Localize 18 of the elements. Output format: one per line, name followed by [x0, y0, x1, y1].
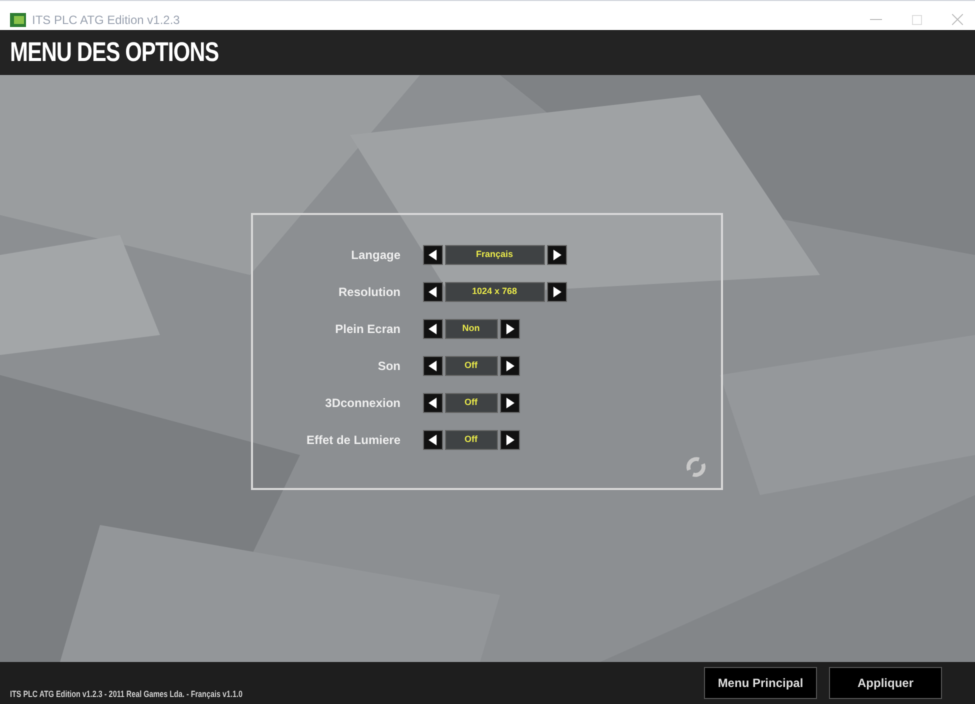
menu-button[interactable]: Menu Principal: [704, 667, 817, 699]
app-icon: [10, 12, 26, 26]
menu-button[interactable]: Appliquer: [829, 667, 942, 699]
setting-label: Plein Ecran: [334, 320, 402, 338]
setting-label: Son: [376, 358, 402, 374]
setting-value: 1024 x 768: [444, 282, 544, 302]
setting-label: Effet de Lumiere: [305, 432, 402, 448]
setting-value: Off: [444, 430, 498, 450]
window-title: ITS PLC ATG Edition v1.2.3: [32, 12, 180, 28]
page-title: MENU DES OPTIONS: [10, 36, 219, 70]
setting-label: Langage: [350, 246, 402, 264]
setting-value: Off: [444, 392, 498, 412]
setting-label: Resolution: [338, 284, 402, 300]
version-text: ITS PLC ATG Edition v1.2.3 - 2011 Real Games Lda. - Français v1.1.0: [10, 688, 242, 701]
setting-value: Français: [444, 244, 544, 264]
setting-label: 3Dconnexion: [324, 394, 402, 412]
setting-value: Off: [444, 356, 498, 376]
setting-value: Non: [444, 318, 498, 338]
